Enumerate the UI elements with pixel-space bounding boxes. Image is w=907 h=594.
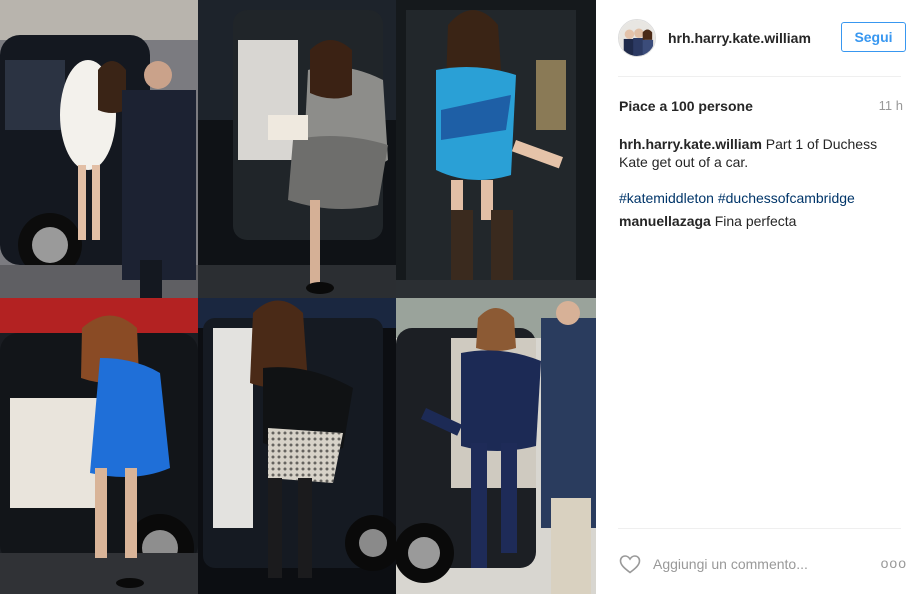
photo-black-lace-skirt-exit — [198, 298, 396, 594]
comment-item: manuellazaga Fina perfecta — [619, 212, 889, 230]
heart-outline-icon[interactable] — [618, 552, 642, 576]
add-comment-row: ooo — [618, 549, 907, 579]
caption: hrh.harry.kate.william Part 1 of Duchess… — [619, 135, 889, 171]
caption-username[interactable]: hrh.harry.kate.william — [619, 136, 762, 152]
post-header: hrh.harry.kate.william Segui — [618, 16, 907, 60]
comment-text: Fina perfecta — [710, 213, 797, 229]
hashtag-link[interactable]: #duchessofcambridge — [718, 190, 855, 206]
comments-list: hrh.harry.kate.william Part 1 of Duchess… — [619, 135, 889, 230]
photo-blue-top-exit — [396, 0, 596, 298]
hashtag-link[interactable]: #katemiddleton — [619, 190, 714, 206]
header-divider — [618, 76, 901, 77]
photo-white-coat-exit — [0, 0, 198, 298]
photo-blue-dress-exit — [0, 298, 198, 594]
post-username[interactable]: hrh.harry.kate.william — [668, 30, 811, 46]
photo-navy-tracksuit-exit — [396, 298, 596, 594]
likes-count[interactable]: Piace a 100 persone — [619, 98, 753, 114]
more-options-icon[interactable]: ooo — [881, 555, 907, 571]
comments-divider — [618, 528, 901, 529]
post-sidebar: hrh.harry.kate.william Segui Piace a 100… — [596, 0, 907, 594]
avatar[interactable] — [618, 19, 656, 57]
photo-grey-dress-exit — [198, 0, 396, 298]
comment-username[interactable]: manuellazaga — [619, 213, 711, 229]
add-comment-input[interactable] — [653, 556, 843, 572]
post-timestamp[interactable]: 11 h — [879, 98, 903, 113]
hashtags-line: #katemiddleton #duchessofcambridge — [619, 189, 889, 207]
follow-button[interactable]: Segui — [841, 22, 906, 52]
post-photo-collage[interactable] — [0, 0, 596, 594]
